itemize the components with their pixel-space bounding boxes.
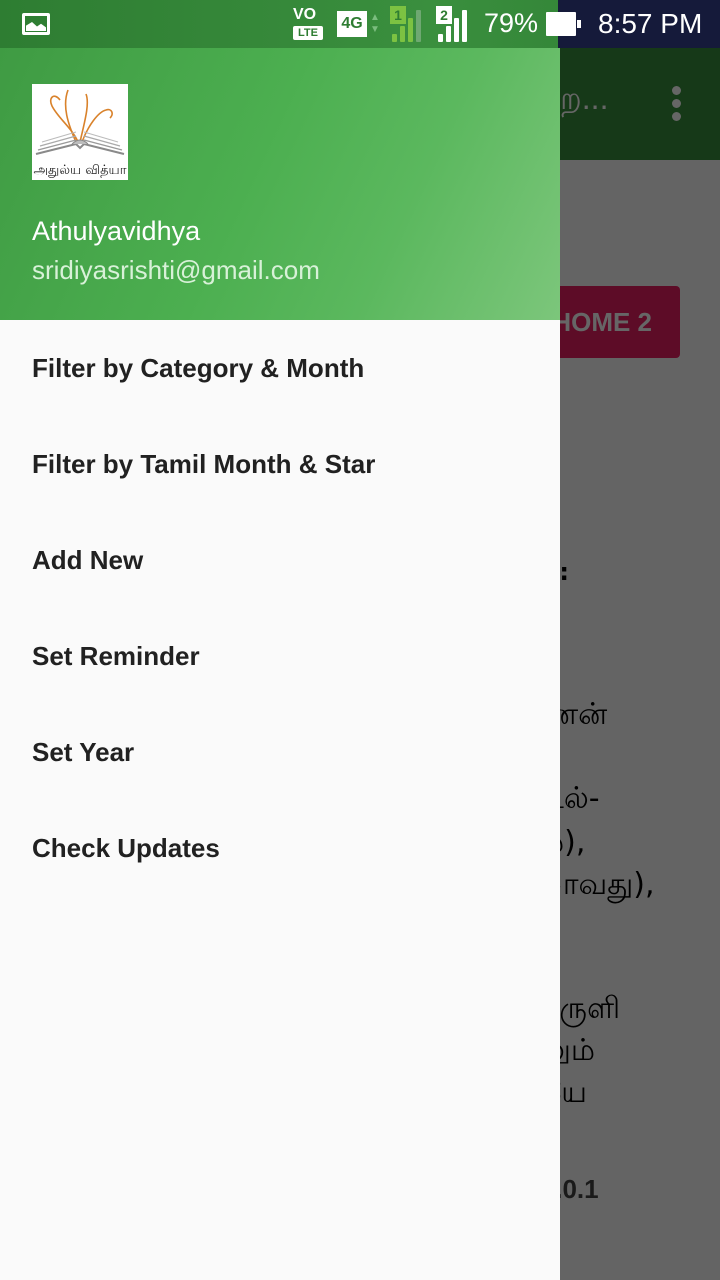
sim1-signal-icon: 1	[390, 6, 430, 44]
menu-item-set-reminder[interactable]: Set Reminder	[0, 608, 560, 704]
data-arrows-icon: ▲ ▼	[370, 12, 380, 35]
clock: 8:57 PM	[598, 8, 703, 39]
battery-percent: 79%	[484, 8, 539, 38]
gallery-icon	[22, 13, 50, 35]
menu-item-check-updates[interactable]: Check Updates	[0, 800, 560, 896]
menu-item-add-new[interactable]: Add New	[0, 512, 560, 608]
logo-caption: அதுல்ய வித்யா	[34, 163, 127, 178]
menu-item-filter-category-month[interactable]: Filter by Category & Month	[0, 320, 560, 416]
app-logo: அதுல்ய வித்யா	[32, 84, 128, 180]
status-bar: VO LTE 4G ▲ ▼ 1 2 79% 8:57 PM	[0, 0, 720, 48]
navigation-drawer: அதுல்ய வித்யா Athulyavidhya sridiyasrish…	[0, 0, 560, 1280]
menu-item-set-year[interactable]: Set Year	[0, 704, 560, 800]
4g-icon: 4G	[337, 11, 367, 37]
volte-icon: VO LTE	[293, 6, 327, 44]
book-logo-icon: அதுல்ய வித்யா	[32, 84, 128, 180]
user-name: Athulyavidhya	[32, 216, 201, 246]
drawer-header: அதுல்ய வித்யா Athulyavidhya sridiyasrish…	[0, 48, 560, 320]
sim2-signal-icon: 2	[436, 6, 476, 44]
menu-item-filter-tamil-month-star[interactable]: Filter by Tamil Month & Star	[0, 416, 560, 512]
battery-icon	[546, 12, 581, 36]
user-email: sridiyasrishti@gmail.com	[32, 255, 320, 285]
drawer-menu: Filter by Category & Month Filter by Tam…	[0, 320, 560, 896]
